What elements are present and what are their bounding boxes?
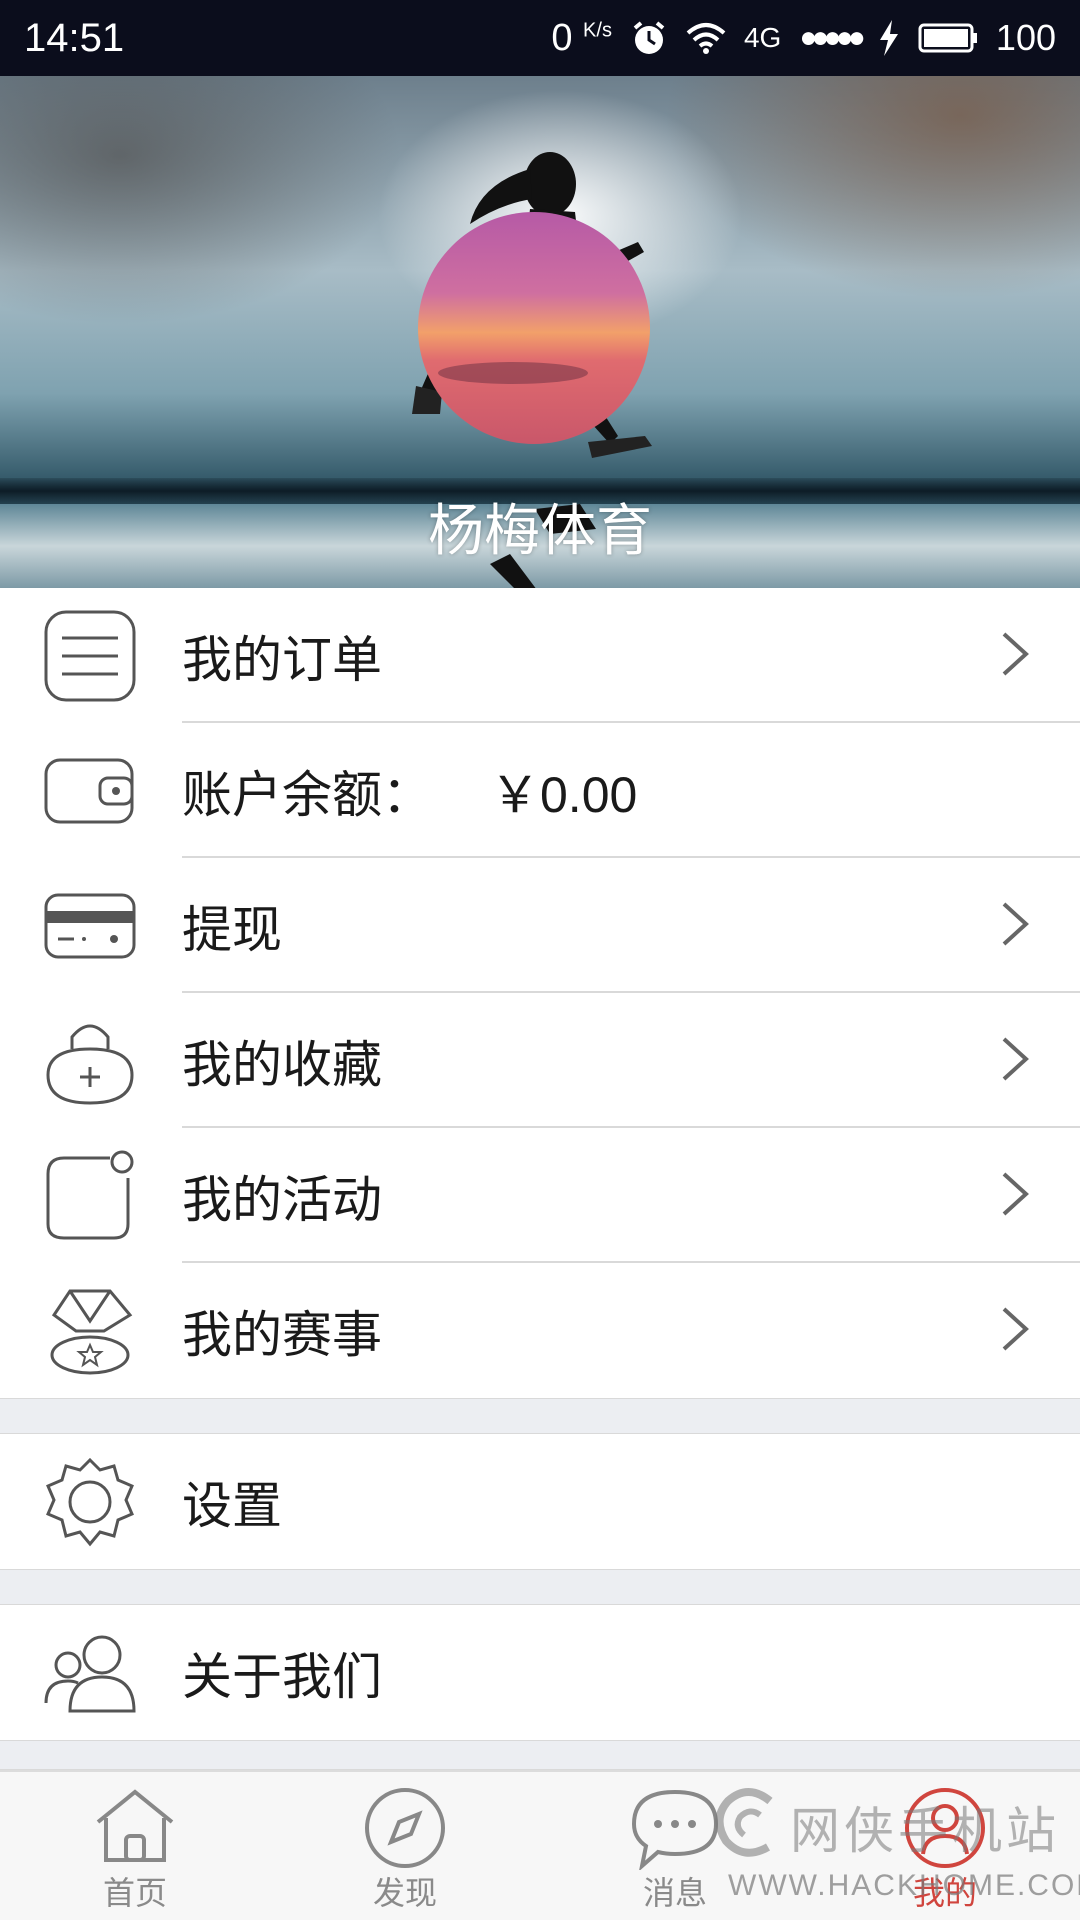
notification-square-icon <box>44 1150 136 1242</box>
menu-item-activities[interactable]: 我的活动 <box>0 1128 1080 1263</box>
menu-label-events: 我的赛事 <box>182 1305 382 1364</box>
network-speed: 0 K/s <box>551 16 612 59</box>
battery-level: 100 <box>995 17 1056 58</box>
tab-label: 首页 <box>102 1874 167 1912</box>
chevron-right-icon <box>1000 900 1030 952</box>
menu-item-withdraw[interactable]: 提现 <box>0 858 1080 993</box>
bottom-nav: 首页 发现 消息 我的 <box>0 1770 1080 1920</box>
section-divider <box>0 1569 1080 1605</box>
chevron-right-icon <box>1000 1035 1030 1087</box>
alarm-icon <box>630 19 668 57</box>
menu-label-settings: 设置 <box>182 1476 282 1535</box>
chat-bubble-icon <box>630 1786 720 1874</box>
menu-label-withdraw: 提现 <box>182 900 282 959</box>
menu-label-orders: 我的订单 <box>182 630 382 689</box>
list-icon <box>44 610 136 702</box>
medal-icon <box>44 1285 136 1377</box>
tab-label: 我的 <box>912 1874 977 1912</box>
menu-label-favorites: 我的收藏 <box>182 1035 382 1094</box>
profile-header: 杨梅体育 <box>0 76 1080 588</box>
menu-item-favorites[interactable]: 我的收藏 <box>0 993 1080 1128</box>
menu-label-about: 关于我们 <box>182 1647 382 1706</box>
profile-name: 杨梅体育 <box>428 499 652 564</box>
tab-discover[interactable]: 发现 <box>270 1772 540 1920</box>
avatar[interactable] <box>418 212 650 444</box>
bank-card-icon <box>44 880 136 972</box>
compass-icon <box>363 1786 447 1874</box>
tab-label: 发现 <box>372 1874 437 1912</box>
lock-plus-icon <box>44 1015 136 1107</box>
gear-icon <box>44 1456 136 1548</box>
chevron-right-icon <box>1000 630 1030 682</box>
status-bar: 14:51 0 K/s 4G ●●●●● 100 <box>0 0 1080 76</box>
user-icon <box>903 1786 987 1874</box>
status-indicators: 0 K/s 4G ●●●●● 100 <box>551 17 1056 60</box>
home-icon <box>92 1786 178 1870</box>
chevron-right-icon <box>1000 1305 1030 1357</box>
battery-icon <box>918 22 978 54</box>
users-icon <box>44 1627 136 1719</box>
menu-item-settings[interactable]: 设置 <box>0 1434 1080 1569</box>
menu-label-activities: 我的活动 <box>182 1170 382 1229</box>
status-time: 14:51 <box>24 15 125 60</box>
balance-value: ￥0.00 <box>490 766 638 823</box>
tab-mine[interactable]: 我的 <box>810 1772 1080 1920</box>
menu-item-balance: 账户余额： ￥0.00 <box>0 723 1080 858</box>
menu-item-about[interactable]: 关于我们 <box>0 1605 1080 1740</box>
tab-messages[interactable]: 消息 <box>540 1772 810 1920</box>
section-divider <box>0 1740 1080 1770</box>
tab-label: 消息 <box>642 1874 707 1912</box>
menu-label-balance: 账户余额： <box>182 765 432 824</box>
signal-strength: ●●●●● <box>799 21 866 54</box>
charging-icon <box>878 20 900 56</box>
wallet-icon <box>44 745 136 837</box>
profile-menu: 我的订单 账户余额： ￥0.00 提现 我的收藏 我的活动 我的赛事 设置 关于… <box>0 588 1080 1770</box>
chevron-right-icon <box>1000 1170 1030 1222</box>
network-type: 4G <box>743 22 782 53</box>
menu-item-events[interactable]: 我的赛事 <box>0 1263 1080 1398</box>
menu-item-orders[interactable]: 我的订单 <box>0 588 1080 723</box>
wifi-icon <box>686 21 726 55</box>
tab-home[interactable]: 首页 <box>0 1772 270 1920</box>
section-divider <box>0 1398 1080 1434</box>
